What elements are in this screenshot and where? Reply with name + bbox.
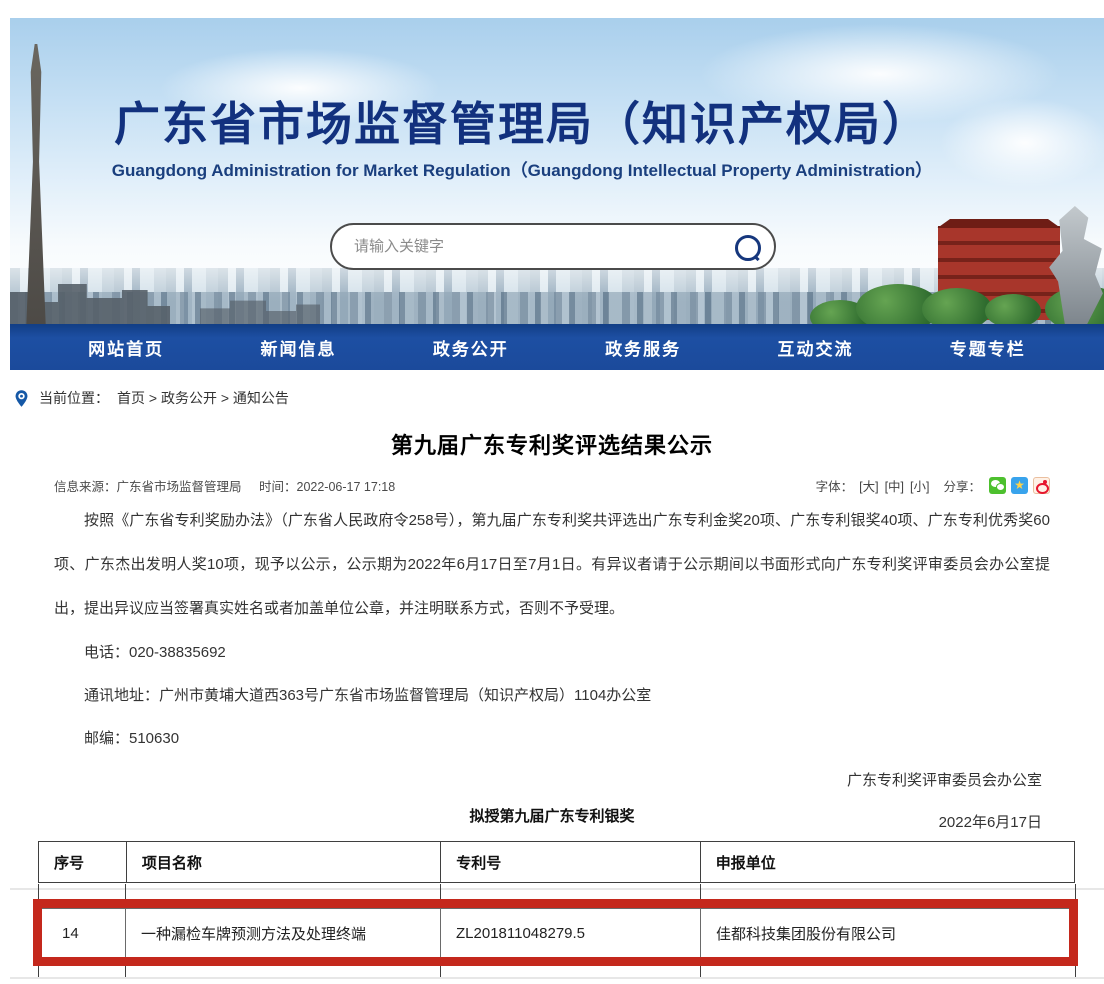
weibo-icon[interactable]	[1033, 477, 1050, 494]
site-title: 广东省市场监督管理局（知识产权局）	[10, 88, 1034, 154]
highlighted-row-outline: 14 一种漏检车牌预测方法及处理终端 ZL201811048279.5 佳都科技…	[33, 899, 1078, 966]
row-patent-number: ZL201811048279.5	[440, 909, 700, 957]
row-project-name: 一种漏检车牌预测方法及处理终端	[125, 909, 440, 957]
article-meta-left: 信息来源：广东省市场监督管理局 时间：2022-06-17 17:18	[54, 476, 409, 495]
search-icon[interactable]	[734, 234, 760, 260]
page: 广东省市场监督管理局（知识产权局） Guangdong Administrati…	[0, 0, 1104, 984]
article: 第九届广东专利奖评选结果公示 信息来源：广东省市场监督管理局 时间：2022-0…	[0, 428, 1104, 844]
location-pin-icon	[12, 389, 31, 408]
nav-item-gov-disclosure[interactable]: 政务公开	[433, 335, 509, 360]
search-input[interactable]	[352, 237, 734, 256]
article-time: 时间：2022-06-17 17:18	[259, 480, 395, 494]
breadcrumb: 当前位置： 首页 > 政务公开 > 通知公告	[12, 388, 289, 408]
table-header-row: 序号 项目名称 专利号 申报单位	[38, 841, 1075, 883]
font-size-large-button[interactable]: [大]	[859, 476, 878, 495]
article-paragraph: 按照《广东省专利奖励办法》（广东省人民政府令258号），第九届广东专利奖共评选出…	[54, 499, 1050, 631]
table-header-patent: 专利号	[440, 842, 700, 882]
table-border-tick	[125, 884, 126, 899]
nav-item-news[interactable]: 新闻信息	[260, 335, 336, 360]
table-border-tick	[700, 884, 701, 899]
breadcrumb-path[interactable]: 首页 > 政务公开 > 通知公告	[117, 388, 289, 408]
breadcrumb-label: 当前位置：	[39, 388, 109, 408]
wechat-icon[interactable]	[989, 477, 1006, 494]
table-border-tick	[440, 884, 441, 899]
font-size-medium-button[interactable]: [中]	[885, 476, 904, 495]
table-caption: 拟授第九届广东专利银奖	[0, 805, 1104, 826]
font-size-label: 字体：	[816, 476, 854, 495]
article-meta-right: 字体： [大] [中] [小] 分享： ★	[816, 476, 1050, 495]
site-subtitle: Guangdong Administration for Market Regu…	[10, 156, 1034, 181]
qzone-icon[interactable]: ★	[1011, 477, 1028, 494]
nav-item-special-topics[interactable]: 专题专栏	[950, 335, 1026, 360]
article-signature: 广东专利奖评审委员会办公室	[54, 760, 1050, 802]
article-postcode: 邮编：510630	[54, 717, 1050, 760]
share-label: 分享：	[943, 476, 981, 495]
table-splice-gap	[10, 977, 1104, 979]
main-nav: 网站首页 新闻信息 政务公开 政务服务 互动交流 专题专栏	[10, 324, 1104, 370]
font-size-small-button[interactable]: [小]	[910, 476, 929, 495]
table-border-tick	[38, 884, 39, 899]
table-border-tick	[1075, 884, 1076, 899]
row-applicant: 佳都科技集团股份有限公司	[700, 909, 1069, 957]
nav-item-interaction[interactable]: 互动交流	[777, 335, 853, 360]
table-header-applicant: 申报单位	[700, 842, 1074, 882]
tree-graphic	[985, 294, 1041, 324]
site-banner: 广东省市场监督管理局（知识产权局） Guangdong Administrati…	[10, 18, 1104, 324]
nav-item-gov-services[interactable]: 政务服务	[605, 335, 681, 360]
nav-item-home[interactable]: 网站首页	[88, 335, 164, 360]
article-title: 第九届广东专利奖评选结果公示	[54, 428, 1050, 460]
search-box[interactable]	[330, 223, 776, 270]
article-phone: 电话：020-38835692	[54, 631, 1050, 674]
article-source: 信息来源：广东省市场监督管理局	[54, 480, 242, 494]
row-no: 14	[42, 909, 125, 957]
article-meta: 信息来源：广东省市场监督管理局 时间：2022-06-17 17:18 字体： …	[54, 476, 1050, 495]
award-table: 拟授第九届广东专利银奖 序号 项目名称 专利号 申报单位 14 一种漏检车牌预测…	[0, 800, 1104, 984]
share-icons: ★	[989, 477, 1050, 494]
table-header-no: 序号	[39, 842, 126, 882]
article-address: 通讯地址：广州市黄埔大道西363号广东省市场监督管理局（知识产权局）1104办公…	[54, 674, 1050, 717]
table-header-name: 项目名称	[126, 842, 440, 882]
table-row: 14 一种漏检车牌预测方法及处理终端 ZL201811048279.5 佳都科技…	[42, 908, 1069, 957]
tree-graphic	[922, 288, 992, 324]
table-splice-gap	[10, 888, 1104, 890]
